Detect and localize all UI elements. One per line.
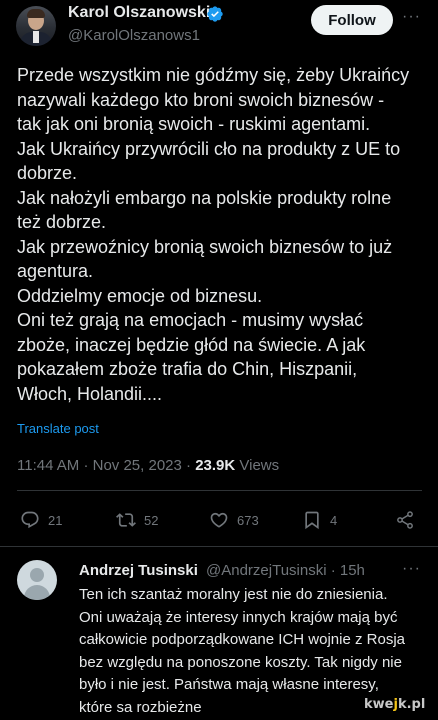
reply-text-line: bez względu na ponoszone koszty. Tak nig…	[79, 653, 402, 671]
reply-icon	[21, 511, 39, 529]
meta-separator: ·	[83, 457, 89, 474]
views-count: 23.9K	[195, 457, 236, 474]
reply-author-handle[interactable]: @AndrzejTusinski · 15h	[206, 562, 365, 579]
bookmark-count: 4	[330, 512, 338, 528]
author-handle[interactable]: @KarolOlszanows1	[68, 27, 200, 44]
tweet-text-line: Jak nałożyli embargo na polskie produkty…	[17, 187, 392, 208]
bookmark-action[interactable]: 4	[302, 509, 337, 531]
meta-separator: ·	[186, 457, 192, 474]
tweet-text-line: agentura.	[17, 261, 94, 281]
tweet-text: Przede wszystkim nie gódźmy się, żeby Uk…	[17, 63, 429, 406]
reply-author-avatar[interactable]	[17, 560, 57, 600]
reply-action[interactable]: 21	[20, 509, 62, 531]
reply-text-line: było i nie jest. Państwa mają własne int…	[79, 676, 379, 693]
reply-count: 21	[48, 512, 63, 528]
share-icon	[397, 511, 413, 529]
divider	[17, 490, 422, 491]
tweet-text-line: Przede wszystkim nie gódźmy się, żeby Uk…	[17, 65, 410, 85]
like-action[interactable]: 673	[209, 509, 259, 531]
author-avatar[interactable]	[16, 6, 56, 46]
reply-text-line: całkowicie podporządkowane ICH wojnie z …	[79, 631, 405, 648]
views-label: Views	[239, 457, 280, 474]
tweet-text-line: pokazałem zboże trafia do Chin, Hiszpani…	[17, 359, 358, 379]
like-count: 673	[237, 512, 259, 528]
repost-icon	[116, 513, 136, 527]
author-name[interactable]: Karol Olszanowski	[68, 4, 210, 22]
tweet-text-line: też dobrze.	[17, 212, 107, 232]
share-action[interactable]	[395, 509, 423, 531]
reply-text-line: Ten ich szantaż moralny jest nie do znie…	[79, 586, 388, 603]
tweet-date[interactable]: Nov 25, 2023	[93, 457, 182, 474]
tweet-text-line: Włoch, Holandii....	[17, 383, 163, 404]
reply-text-line: Oni uważają że interesy innych krajów ma…	[79, 608, 398, 626]
tweet-text-line: Jak Ukraińcy przywrócili cło na produkty…	[17, 138, 401, 159]
tweet-text-line: nazywali każdego kto broni swoich biznes…	[17, 89, 385, 110]
tweet-text-line: zboże, inaczej będzie głód na świecie. A…	[17, 334, 366, 355]
bookmark-icon	[305, 511, 319, 530]
more-options-icon[interactable]: ···	[402, 8, 422, 28]
verified-badge-icon	[207, 6, 223, 22]
repost-count: 52	[144, 512, 159, 528]
tweet-meta: 11:44 AM · Nov 25, 2023 · 23.9K Views	[17, 457, 279, 474]
tweet-text-line: tak jak oni bronią swoich - ruskimi agen…	[17, 114, 371, 134]
reply-author-name[interactable]: Andrzej Tusinski	[79, 562, 198, 579]
tweet-text-line: Oni też grają na emocjach - musimy wysła…	[17, 310, 364, 330]
follow-button[interactable]: Follow	[311, 5, 393, 35]
tweet-time[interactable]: 11:44 AM	[17, 457, 79, 474]
translate-post-link[interactable]: Translate post	[17, 421, 99, 436]
divider	[0, 546, 438, 547]
reply-more-options-icon[interactable]: ···	[402, 560, 421, 578]
tweet-text-line: Jak przewoźnicy bronią swoich biznesów t…	[17, 236, 393, 257]
heart-icon	[210, 512, 228, 528]
tweet-text-line: Oddzielmy emocje od biznesu.	[17, 285, 263, 306]
tweet-text-line: dobrze.	[17, 163, 78, 183]
repost-action[interactable]: 52	[116, 509, 158, 531]
site-watermark: kwejk.pl	[364, 697, 426, 712]
